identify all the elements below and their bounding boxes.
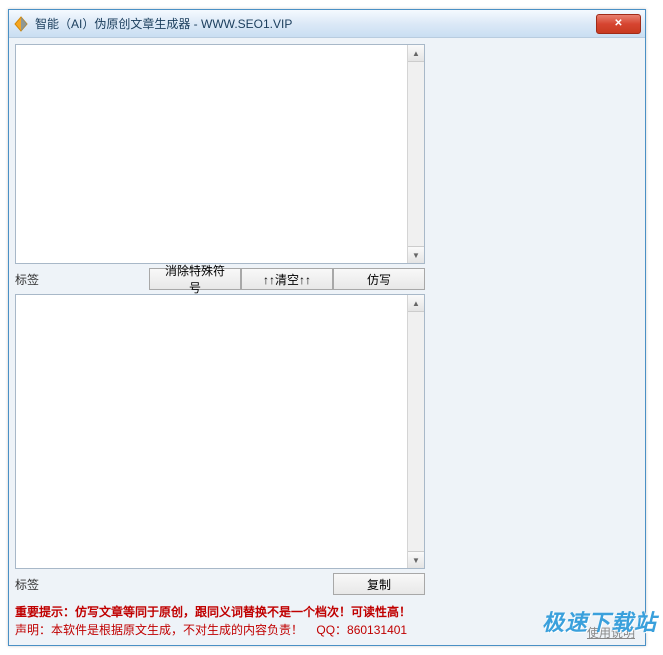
scroll-down-icon[interactable]: ▼ (408, 246, 424, 263)
scroll-up-icon[interactable]: ▲ (408, 295, 424, 312)
top-toolbar: 标签 消除特殊符号 ↑↑清空↑↑ 仿写 (15, 267, 425, 291)
usage-instructions-link[interactable]: 使用说明 (587, 624, 635, 641)
input-textarea-wrap: ▲ ▼ (15, 44, 425, 264)
notice-qq: QQ：860131401 (316, 623, 407, 637)
scrollbar[interactable]: ▲ ▼ (407, 295, 424, 568)
notice-disclaimer: 声明：本软件是根据原文生成，不对生成的内容负责！ QQ：860131401 (15, 621, 425, 639)
input-textarea[interactable] (16, 45, 407, 263)
notice-area: 重要提示：仿写文章等同于原创，跟同义词替换不是一个档次！可读性高！ 声明：本软件… (15, 603, 425, 639)
bottom-label: 标签 (15, 576, 55, 593)
app-icon (13, 16, 29, 32)
output-textarea[interactable] (16, 295, 407, 568)
scroll-up-icon[interactable]: ▲ (408, 45, 424, 62)
titlebar: 智能（AI）伪原创文章生成器 - WWW.SEO1.VIP (9, 10, 645, 38)
window-title: 智能（AI）伪原创文章生成器 - WWW.SEO1.VIP (35, 15, 596, 32)
scroll-down-icon[interactable]: ▼ (408, 551, 424, 568)
content-area: ▲ ▼ 标签 消除特殊符号 ↑↑清空↑↑ 仿写 ▲ ▼ 标签 (9, 38, 645, 645)
application-window: 智能（AI）伪原创文章生成器 - WWW.SEO1.VIP ▲ ▼ 标签 消除特… (8, 9, 646, 646)
top-label: 标签 (15, 271, 55, 288)
output-textarea-wrap: ▲ ▼ (15, 294, 425, 569)
notice-disclaimer-text: 声明：本软件是根据原文生成，不对生成的内容负责！ (15, 623, 303, 637)
bottom-toolbar: 标签 复制 (15, 572, 425, 596)
remove-special-chars-button[interactable]: 消除特殊符号 (149, 268, 241, 290)
rewrite-button[interactable]: 仿写 (333, 268, 425, 290)
close-button[interactable] (596, 14, 641, 34)
copy-button[interactable]: 复制 (333, 573, 425, 595)
notice-important: 重要提示：仿写文章等同于原创，跟同义词替换不是一个档次！可读性高！ (15, 603, 425, 621)
clear-button[interactable]: ↑↑清空↑↑ (241, 268, 333, 290)
left-panel: ▲ ▼ 标签 消除特殊符号 ↑↑清空↑↑ 仿写 ▲ ▼ 标签 (15, 44, 425, 639)
scrollbar[interactable]: ▲ ▼ (407, 45, 424, 263)
